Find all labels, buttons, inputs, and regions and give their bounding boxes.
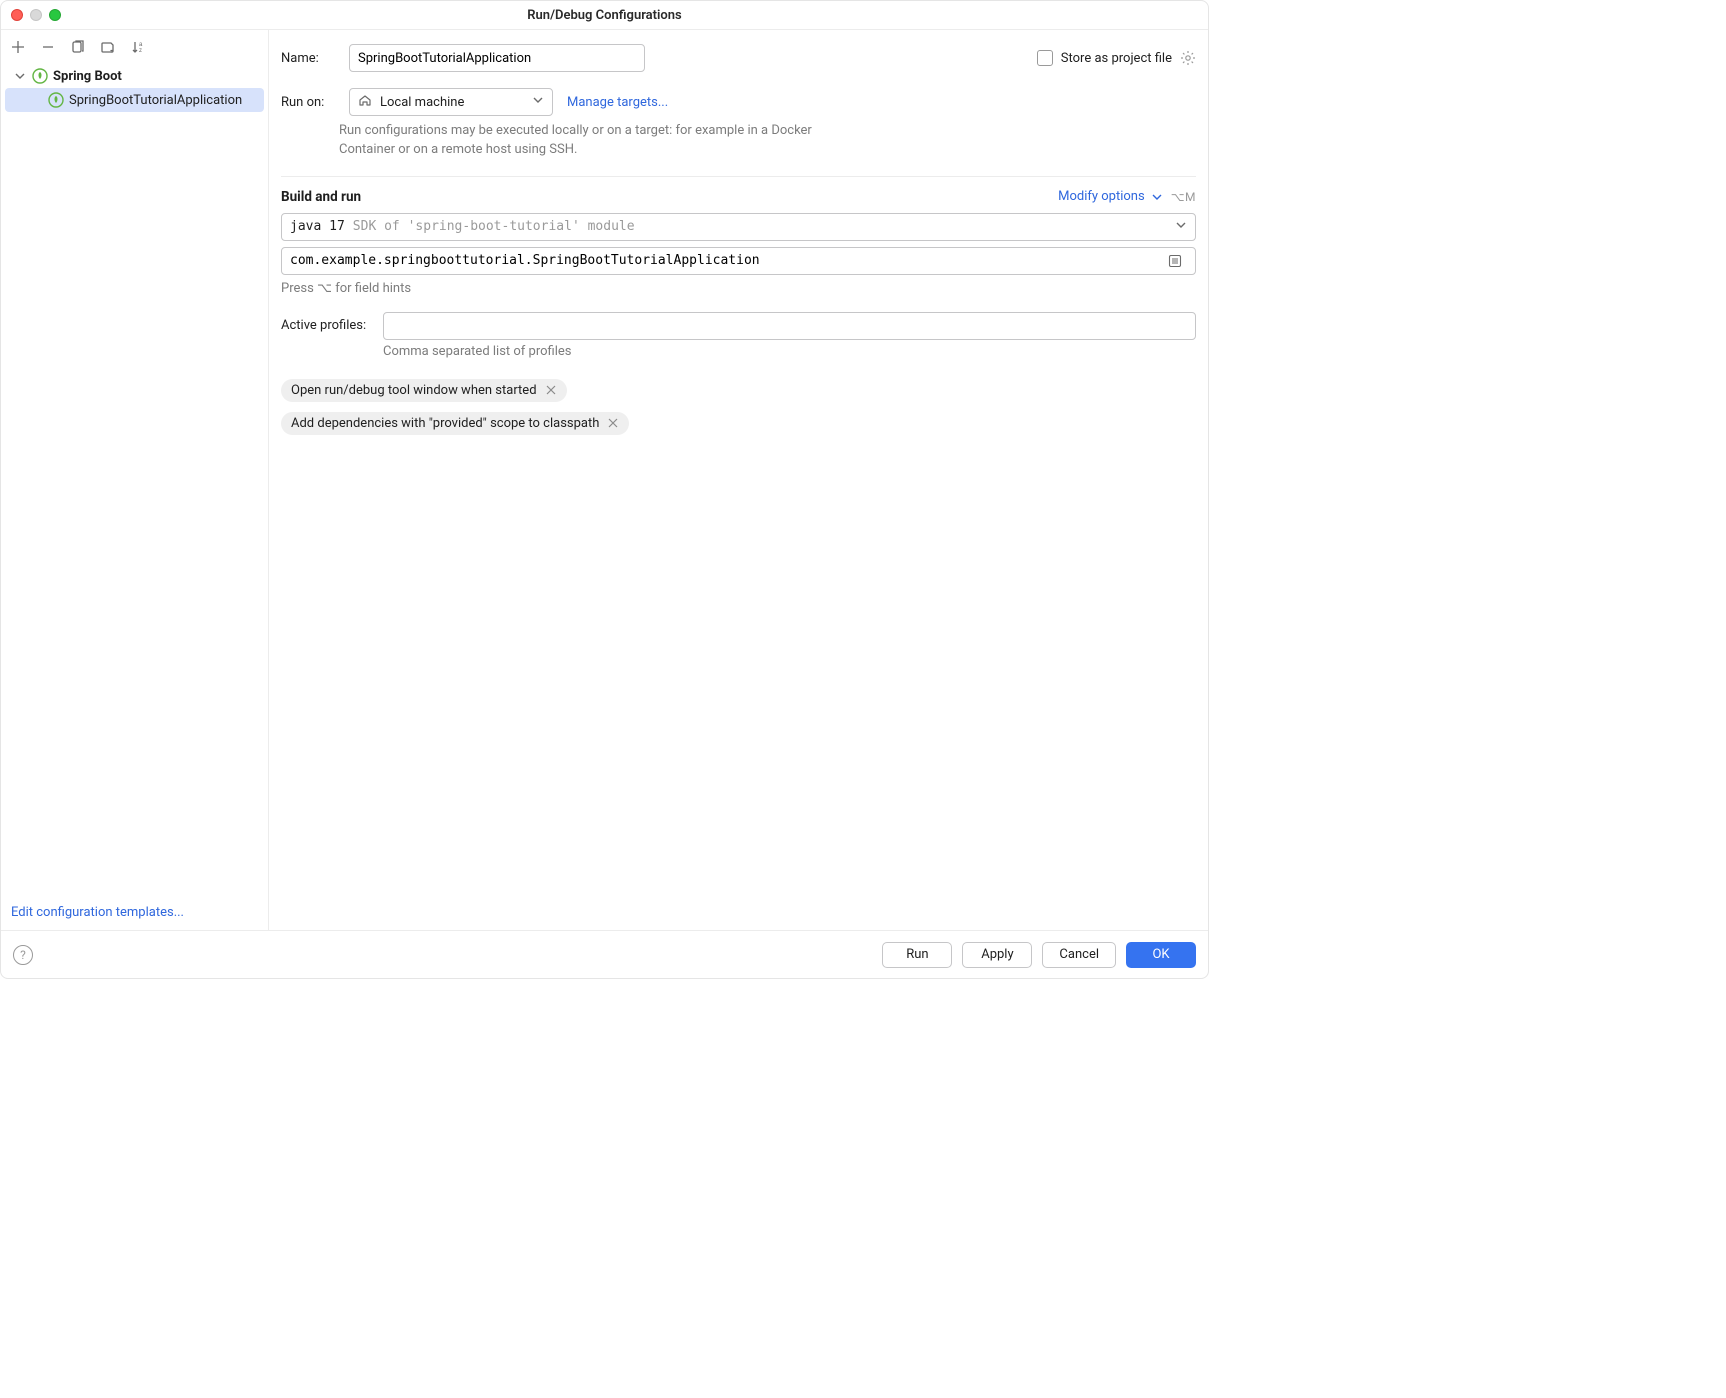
modify-options-link[interactable]: Modify options	[1058, 189, 1163, 204]
tree-category-label: Spring Boot	[53, 69, 122, 84]
sdk-hint: SDK of 'spring-boot-tutorial' module	[353, 219, 635, 234]
build-run-title: Build and run	[281, 189, 361, 205]
active-profiles-input[interactable]	[392, 318, 1187, 333]
run-on-label: Run on:	[281, 95, 335, 110]
run-on-select[interactable]: Local machine	[349, 88, 553, 116]
active-profiles-row: Active profiles:	[281, 312, 1196, 340]
springboot-icon	[47, 91, 65, 109]
build-run-header: Build and run Modify options ⌥M	[281, 189, 1196, 205]
name-input[interactable]	[358, 51, 636, 66]
chevron-down-icon	[1151, 191, 1163, 203]
active-profiles-label: Active profiles:	[281, 318, 371, 333]
sort-config-icon[interactable]: az	[129, 38, 147, 56]
remove-config-icon[interactable]	[39, 38, 57, 56]
apply-button[interactable]: Apply	[962, 942, 1032, 968]
list-icon[interactable]	[1167, 253, 1183, 269]
tree-category-spring-boot[interactable]: Spring Boot	[5, 64, 264, 88]
chevron-down-icon	[532, 94, 544, 110]
window-controls	[11, 9, 61, 21]
close-icon[interactable]	[607, 417, 619, 429]
name-field[interactable]	[349, 44, 645, 72]
titlebar: Run/Debug Configurations	[1, 1, 1208, 29]
sidebar-toolbar: az	[5, 36, 264, 62]
edit-templates-link[interactable]: Edit configuration templates...	[5, 899, 264, 922]
chevron-down-icon	[13, 69, 27, 83]
maximize-window-button[interactable]	[49, 9, 61, 21]
sdk-select[interactable]: java 17 SDK of 'spring-boot-tutorial' mo…	[281, 213, 1196, 241]
chip-label: Open run/debug tool window when started	[291, 383, 537, 398]
copy-config-icon[interactable]	[69, 38, 87, 56]
help-icon[interactable]: ?	[13, 945, 33, 965]
cancel-button[interactable]: Cancel	[1042, 942, 1116, 968]
active-profiles-hint: Comma separated list of profiles	[281, 344, 1196, 359]
main-class-field[interactable]	[281, 247, 1196, 275]
gear-icon[interactable]	[1180, 50, 1196, 66]
sidebar: az Spring Boot SpringBootTutorialApplica…	[1, 30, 269, 930]
sdk-value: java 17	[290, 219, 345, 234]
manage-targets-link[interactable]: Manage targets...	[567, 95, 668, 110]
main-class-row	[281, 247, 1196, 275]
chip-label: Add dependencies with "provided" scope t…	[291, 416, 599, 431]
chevron-down-icon	[1175, 219, 1187, 235]
add-config-icon[interactable]	[9, 38, 27, 56]
option-chips: Open run/debug tool window when started …	[281, 379, 1196, 435]
run-on-value: Local machine	[380, 95, 464, 110]
main-class-input[interactable]	[290, 253, 1171, 268]
store-as-file-label: Store as project file	[1061, 51, 1172, 66]
store-as-file-group: Store as project file	[1037, 50, 1196, 66]
chip-add-provided-deps[interactable]: Add dependencies with "provided" scope t…	[281, 412, 629, 435]
footer-bar: ? Run Apply Cancel OK	[1, 930, 1208, 978]
tree-item-springboottutorialapplication[interactable]: SpringBootTutorialApplication	[5, 88, 264, 112]
run-on-row: Run on: Local machine Manage targets...	[281, 84, 1196, 120]
config-tree: Spring Boot SpringBootTutorialApplicatio…	[5, 62, 264, 899]
tree-item-label: SpringBootTutorialApplication	[69, 93, 242, 108]
active-profiles-field[interactable]	[383, 312, 1196, 340]
field-hints-text: Press ⌥ for field hints	[281, 281, 1196, 296]
section-divider	[281, 176, 1196, 177]
save-config-icon[interactable]	[99, 38, 117, 56]
springboot-icon	[31, 67, 49, 85]
details-panel: Name: Store as project file Run on: Loc	[269, 30, 1208, 930]
name-label: Name:	[281, 51, 335, 66]
chip-open-tool-window[interactable]: Open run/debug tool window when started	[281, 379, 567, 402]
home-icon	[358, 93, 372, 111]
name-row: Name: Store as project file	[281, 40, 1196, 76]
minimize-window-button[interactable]	[30, 9, 42, 21]
close-icon[interactable]	[545, 384, 557, 396]
modify-options-shortcut: ⌥M	[1171, 190, 1196, 204]
run-on-hint: Run configurations may be executed local…	[281, 122, 841, 160]
main-split: az Spring Boot SpringBootTutorialApplica…	[1, 29, 1208, 930]
run-button[interactable]: Run	[882, 942, 952, 968]
ok-button[interactable]: OK	[1126, 942, 1196, 968]
svg-text:z: z	[139, 48, 142, 54]
close-window-button[interactable]	[11, 9, 23, 21]
store-as-file-checkbox[interactable]	[1037, 50, 1053, 66]
window-title: Run/Debug Configurations	[1, 8, 1208, 23]
